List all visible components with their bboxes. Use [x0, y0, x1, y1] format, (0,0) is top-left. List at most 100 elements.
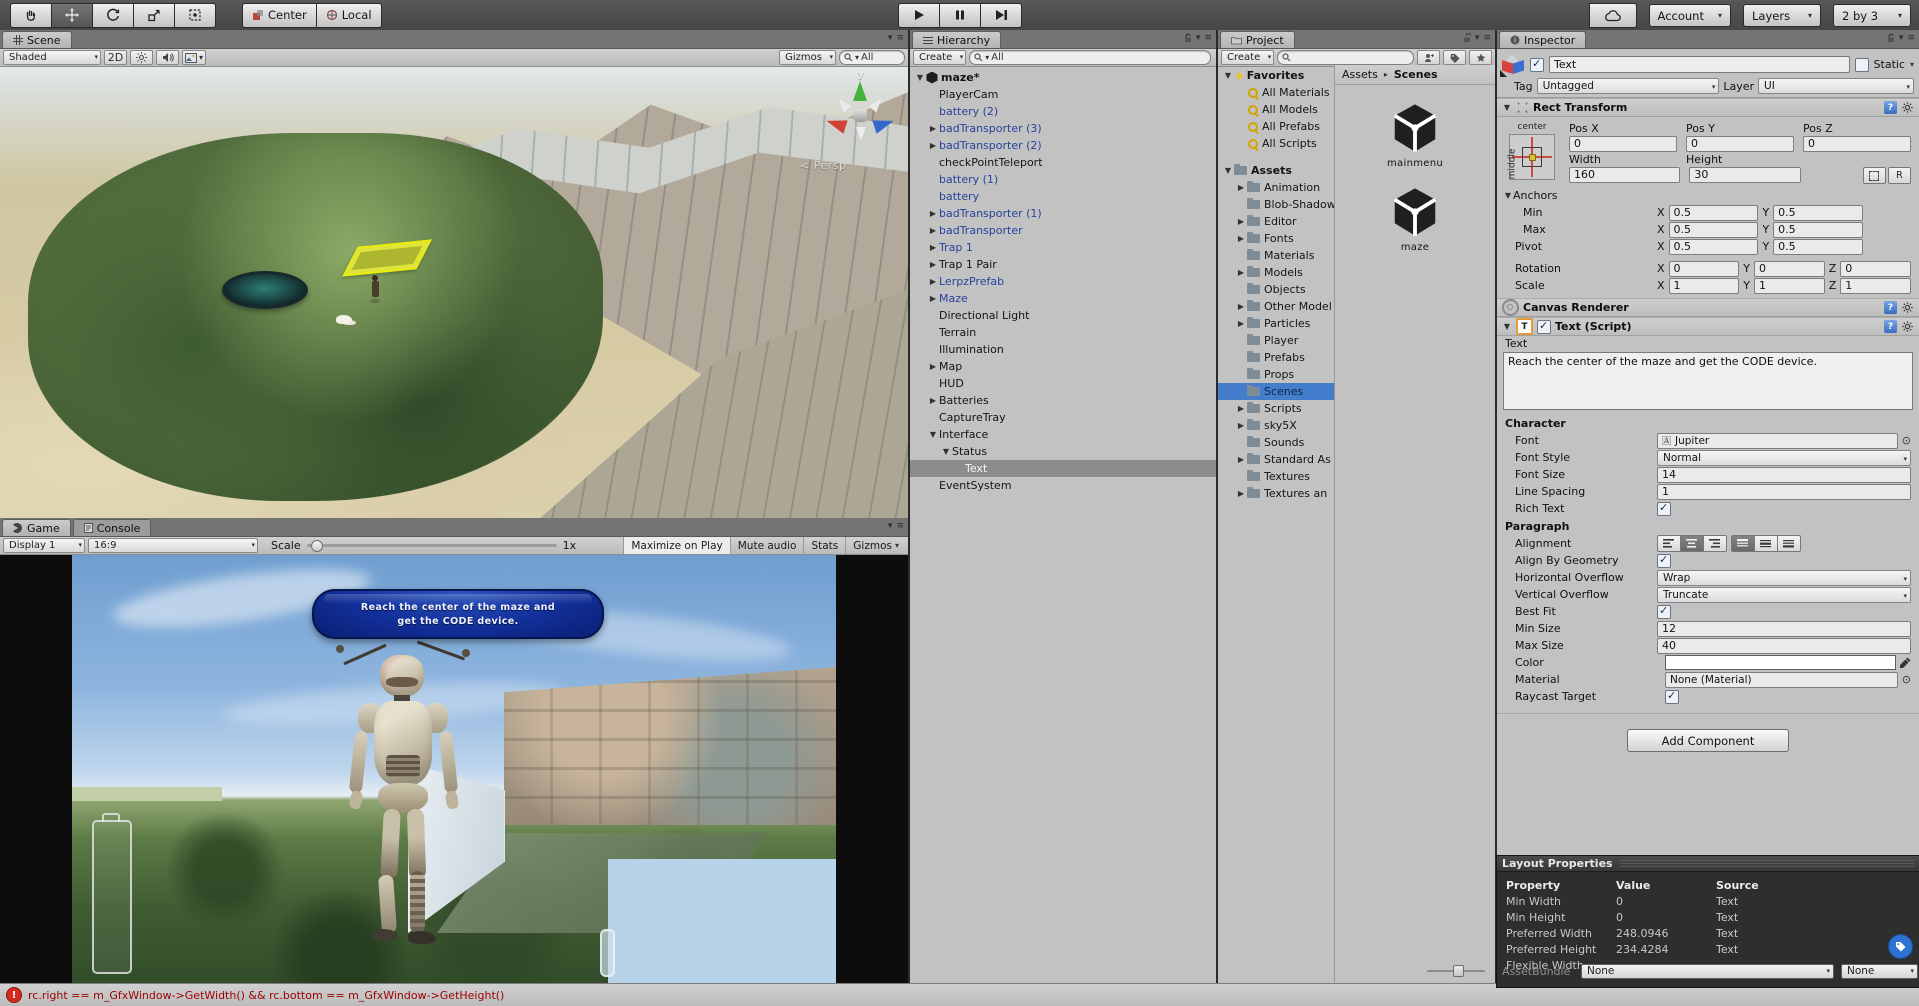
rect-tool-button[interactable]	[175, 3, 216, 28]
hierarchy-create-dropdown[interactable]: Create	[913, 50, 966, 65]
canvas-renderer-header[interactable]: Canvas Renderer ?	[1497, 298, 1919, 317]
error-message[interactable]: rc.right == m_GfxWindow->GetWidth() && r…	[28, 989, 504, 1002]
project-folder-row[interactable]: ★ All Models	[1218, 101, 1334, 118]
scene-asset-item[interactable]: mainmenu	[1387, 101, 1443, 169]
scene-gizmos-dropdown[interactable]: Gizmos	[779, 50, 836, 65]
maximize-on-play-button[interactable]: Maximize on Play	[623, 537, 729, 554]
foldout-arrow[interactable]: ▶	[927, 124, 939, 133]
project-folder-row[interactable]: ▶ ★ Fonts	[1218, 230, 1334, 247]
min-size-field[interactable]: 12	[1657, 621, 1911, 637]
scene-search-input[interactable]: ▾ All	[839, 50, 905, 65]
foldout-arrow[interactable]: ▶	[927, 294, 939, 303]
project-folder-row[interactable]: ▶ ★ sky5X	[1218, 417, 1334, 434]
hierarchy-row[interactable]: checkPointTeleport	[910, 154, 1216, 171]
align-left-button[interactable]	[1657, 535, 1681, 552]
text-script-header[interactable]: ▼ T Text (Script) ?	[1497, 317, 1919, 336]
z-axis-cone-icon[interactable]	[872, 114, 895, 133]
tab-inspector[interactable]: iInspector	[1499, 31, 1586, 48]
foldout-arrow[interactable]: ▶	[927, 277, 939, 286]
hierarchy-row[interactable]: battery (1)	[910, 171, 1216, 188]
foldout-arrow[interactable]: ▼	[1503, 191, 1513, 200]
scene-panel-menu[interactable]: ▾≡	[888, 33, 904, 43]
line-spacing-field[interactable]: 1	[1657, 484, 1911, 500]
scene-orientation-gizmo[interactable]: y	[818, 75, 902, 159]
hierarchy-row[interactable]: ▼ maze*	[910, 69, 1216, 86]
favorites-star-button[interactable]	[1469, 50, 1492, 65]
material-object-field[interactable]: None (Material)	[1665, 672, 1898, 688]
panel-divider[interactable]	[908, 30, 910, 1006]
project-folder-row[interactable]: ★ All Scripts	[1218, 135, 1334, 152]
hierarchy-row[interactable]: ▶ Maze	[910, 290, 1216, 307]
foldout-arrow[interactable]: ▼	[1502, 103, 1512, 112]
width-field[interactable]: 160	[1569, 167, 1680, 183]
hierarchy-row[interactable]: ▼ Status	[910, 443, 1216, 460]
scale-tool-button[interactable]	[134, 3, 175, 28]
pos-z-field[interactable]: 0	[1803, 136, 1911, 152]
panel-divider[interactable]	[1216, 30, 1218, 1006]
pause-button[interactable]	[940, 3, 981, 28]
foldout-arrow[interactable]: ▶	[1235, 455, 1247, 464]
scene-effects-dropdown[interactable]: ▾	[182, 50, 206, 65]
foldout-arrow[interactable]: ▶	[927, 141, 939, 150]
project-folder-row[interactable]: ▶ ★ Models	[1218, 264, 1334, 281]
project-folder-row[interactable]: ★	[1218, 152, 1334, 162]
foldout-arrow[interactable]: ▶	[927, 243, 939, 252]
project-folder-row[interactable]: ★ All Materials	[1218, 84, 1334, 101]
project-search-input[interactable]	[1277, 50, 1414, 65]
game-viewport[interactable]: Reach the center of the maze and get the…	[0, 555, 908, 983]
hierarchy-row[interactable]: ▶ badTransporter (2)	[910, 137, 1216, 154]
hierarchy-search-input[interactable]: ▾ All	[969, 50, 1211, 65]
foldout-arrow[interactable]: ▼	[914, 73, 926, 82]
project-folder-row[interactable]: ★ Objects	[1218, 281, 1334, 298]
foldout-arrow[interactable]: ▶	[927, 396, 939, 405]
rich-text-checkbox[interactable]	[1657, 502, 1671, 516]
hierarchy-row[interactable]: ▶ LerpzPrefab	[910, 273, 1216, 290]
layout-dropdown[interactable]: 2 by 3▾	[1833, 4, 1911, 27]
active-checkbox[interactable]	[1530, 58, 1544, 72]
y-axis-cone-icon[interactable]	[853, 81, 867, 101]
font-size-field[interactable]: 14	[1657, 467, 1911, 483]
project-panel-menu[interactable]: ▾≡	[1463, 33, 1491, 43]
collab-tag-badge[interactable]	[1888, 934, 1913, 959]
project-folder-row[interactable]: ▶ ★ Particles	[1218, 315, 1334, 332]
anchor-preset-widget[interactable]: center middle	[1501, 122, 1563, 185]
hierarchy-row[interactable]: CaptureTray	[910, 409, 1216, 426]
project-folder-row[interactable]: ▶ ★ Standard As	[1218, 451, 1334, 468]
rect-transform-header[interactable]: ▼ Rect Transform ?	[1497, 98, 1919, 117]
gameobject-name-field[interactable]: Text	[1549, 56, 1850, 73]
help-icon[interactable]: ?	[1884, 320, 1897, 333]
scene-audio-toggle[interactable]	[156, 50, 179, 65]
anchor-max-x-field[interactable]: 0.5	[1669, 222, 1759, 238]
project-folder-row[interactable]: ▼ ★ Assets	[1218, 162, 1334, 179]
object-picker-icon[interactable]: ⊙	[1902, 434, 1911, 447]
tab-console[interactable]: Console	[73, 519, 152, 536]
foldout-arrow[interactable]: ▼	[1502, 322, 1512, 331]
hierarchy-row[interactable]: ▶ Batteries	[910, 392, 1216, 409]
foldout-arrow[interactable]: ▶	[927, 209, 939, 218]
pos-x-field[interactable]: 0	[1569, 136, 1677, 152]
foldout-arrow[interactable]: ▶	[1235, 302, 1247, 311]
game-gizmos-dropdown[interactable]: Gizmos▾	[845, 537, 906, 554]
pivot-mode-button[interactable]: Center	[242, 3, 317, 28]
shading-mode-dropdown[interactable]: Shaded	[3, 50, 101, 65]
hierarchy-row[interactable]: Illumination	[910, 341, 1216, 358]
tab-project[interactable]: Project	[1220, 31, 1295, 48]
foldout-arrow[interactable]: ▶	[1235, 404, 1247, 413]
foldout-arrow[interactable]: ▶	[1235, 421, 1247, 430]
project-create-dropdown[interactable]: Create	[1221, 50, 1274, 65]
scale-y-field[interactable]: 1	[1754, 278, 1825, 294]
horizontal-overflow-dropdown[interactable]: Wrap	[1657, 570, 1911, 586]
project-folder-row[interactable]: ▶ ★ Other Model	[1218, 298, 1334, 315]
slider-knob[interactable]	[1453, 965, 1464, 977]
rotate-tool-button[interactable]	[93, 3, 134, 28]
add-component-button[interactable]: Add Component	[1627, 729, 1789, 752]
foldout-arrow[interactable]: ▶	[927, 226, 939, 235]
hierarchy-row[interactable]: ▶ badTransporter (1)	[910, 205, 1216, 222]
anchor-min-y-field[interactable]: 0.5	[1773, 205, 1863, 221]
foldout-arrow[interactable]: ▶	[1235, 489, 1247, 498]
project-folder-row[interactable]: ★ Materials	[1218, 247, 1334, 264]
hierarchy-row[interactable]: battery (2)	[910, 103, 1216, 120]
hierarchy-row[interactable]: Terrain	[910, 324, 1216, 341]
pivot-y-field[interactable]: 0.5	[1773, 239, 1863, 255]
pos-y-field[interactable]: 0	[1686, 136, 1794, 152]
